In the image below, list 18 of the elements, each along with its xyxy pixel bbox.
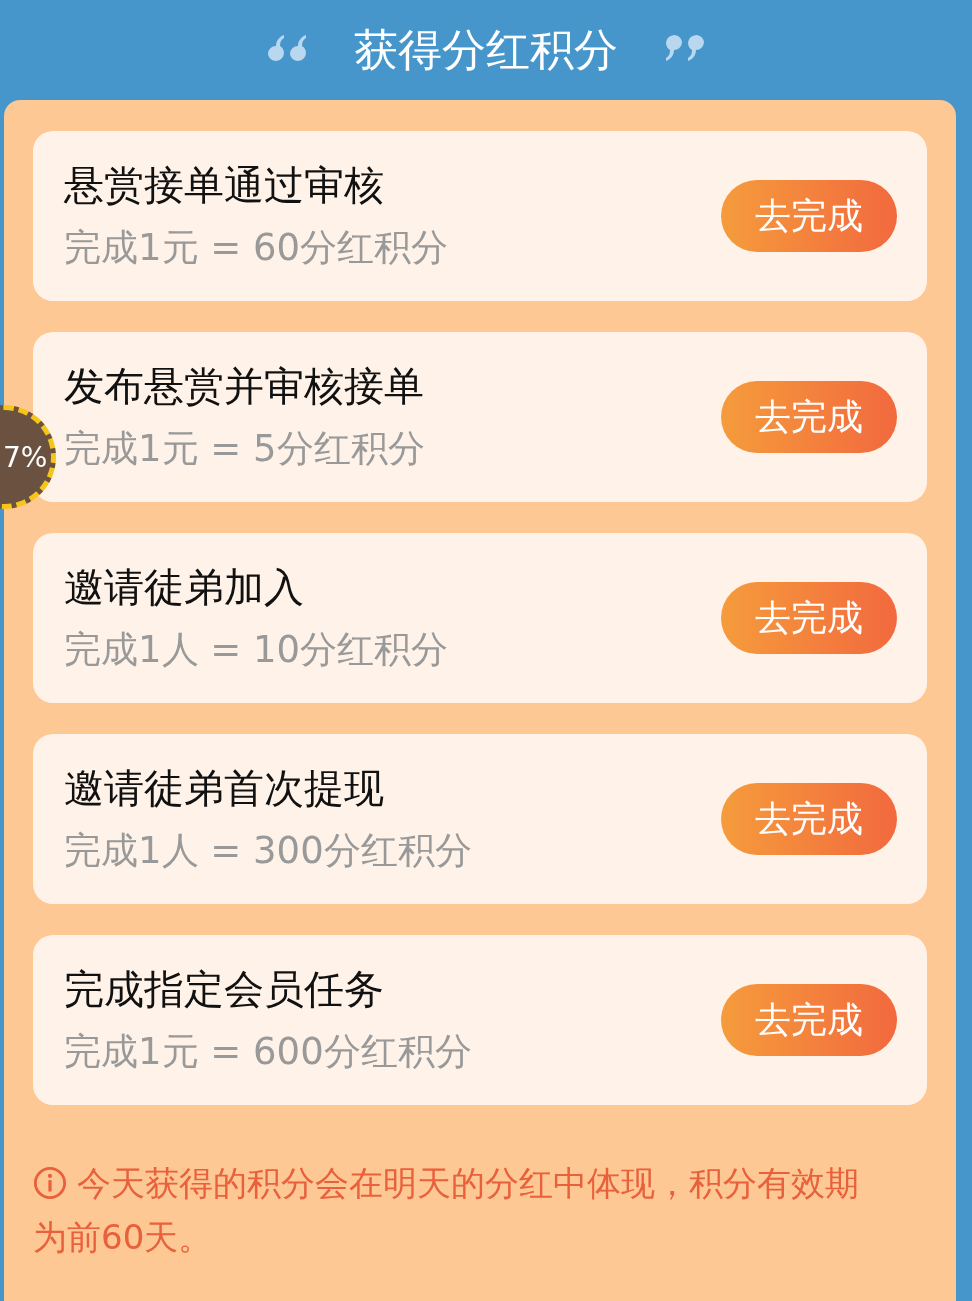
task-reward: 完成1人 = 300分红积分 xyxy=(64,828,472,874)
section-title: 获得分红积分 xyxy=(354,22,618,77)
info-icon xyxy=(33,1166,67,1200)
task-title: 邀请徒弟首次提现 xyxy=(64,764,385,813)
note-text: 今天获得的积分会在明天的分红中体现，积分有效期为前60天。 xyxy=(33,1162,860,1259)
task-title: 邀请徒弟加入 xyxy=(64,563,305,612)
task-title: 发布悬赏并审核接单 xyxy=(64,362,425,411)
complete-button[interactable]: 去完成 xyxy=(721,180,897,252)
complete-button[interactable]: 去完成 xyxy=(721,582,897,654)
task-reward: 完成1元 = 60分红积分 xyxy=(64,225,449,271)
task-title: 完成指定会员任务 xyxy=(64,965,385,1014)
complete-button[interactable]: 去完成 xyxy=(721,381,897,453)
complete-button[interactable]: 去完成 xyxy=(721,783,897,855)
task-reward: 完成1元 = 600分红积分 xyxy=(64,1029,472,1075)
task-title: 悬赏接单通过审核 xyxy=(64,161,385,210)
complete-button[interactable]: 去完成 xyxy=(721,984,897,1056)
task-reward: 完成1人 = 10分红积分 xyxy=(64,627,449,673)
task-reward: 完成1元 = 5分红积分 xyxy=(64,426,425,472)
